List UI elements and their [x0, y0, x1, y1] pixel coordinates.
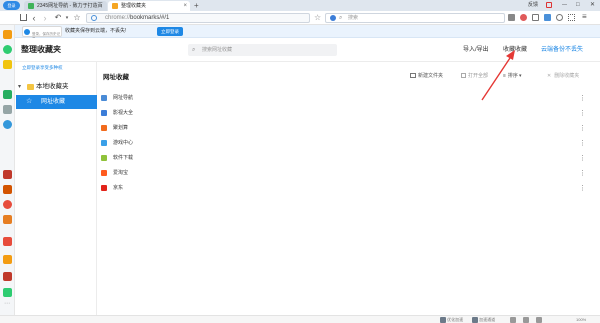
status-bar: 优化加速 加速通道 100%	[0, 315, 600, 323]
zoom-level[interactable]: 100%	[576, 316, 586, 323]
annotation-arrow	[481, 50, 515, 101]
optimize-button[interactable]: 优化加速	[440, 316, 463, 323]
status-icons	[510, 317, 548, 323]
speed-channel-label: 加速通道	[479, 317, 496, 322]
optimize-label: 优化加速	[447, 317, 464, 322]
speed-icon	[472, 316, 478, 323]
download-status-icon[interactable]	[536, 317, 543, 323]
settings-icon[interactable]	[523, 317, 530, 323]
rocket-icon	[440, 316, 446, 323]
flag-icon[interactable]	[510, 317, 516, 323]
speed-channel-button[interactable]: 加速通道	[472, 316, 495, 323]
